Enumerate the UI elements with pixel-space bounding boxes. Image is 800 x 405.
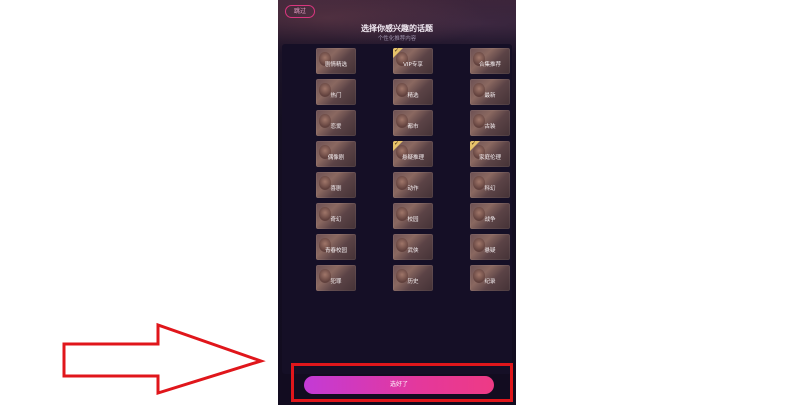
topic-tile[interactable]: 奇幻 <box>316 203 356 229</box>
topic-tile[interactable]: ✓ VIP专享 <box>393 48 433 74</box>
topic-tile-label: 喜剧 <box>330 186 342 192</box>
topic-tile[interactable]: 都市 <box>393 110 433 136</box>
topic-tile-label: 青春校园 <box>324 248 347 254</box>
topic-tile[interactable]: 喜剧 <box>316 172 356 198</box>
topic-tile[interactable]: ✓ 家庭伦理 <box>470 141 510 167</box>
page-title: 选择你感兴趣的话题 <box>361 24 433 33</box>
selected-check-icon: ✓ <box>393 141 403 151</box>
topic-tile-label: 悬疑 <box>484 248 496 254</box>
topic-tile-label: 合集推荐 <box>478 62 501 68</box>
topic-tile[interactable]: 青春校园 <box>316 234 356 260</box>
topic-tile[interactable]: 精选 <box>393 79 433 105</box>
skip-button[interactable]: 跳过 <box>285 5 315 18</box>
topic-tile-label: 精选 <box>407 93 419 99</box>
page-subtitle: 个性化推荐内容 <box>377 36 417 42</box>
topic-tile-label: 动作 <box>407 186 419 192</box>
topic-tile[interactable]: 剧情精选 <box>316 48 356 74</box>
topic-tile[interactable]: 悬疑 <box>470 234 510 260</box>
topic-tile[interactable]: 动作 <box>393 172 433 198</box>
topic-tile-label: 历史 <box>407 279 419 285</box>
topic-tile[interactable]: 古装 <box>470 110 510 136</box>
topic-tile-label: 武侠 <box>407 248 419 254</box>
topic-tile[interactable]: 犯罪 <box>316 265 356 291</box>
annotation-highlight-box <box>291 363 513 402</box>
topic-tile-label: 战争 <box>484 217 496 223</box>
topic-tile-label: 纪录 <box>484 279 496 285</box>
topic-tile-label: 校园 <box>407 217 419 223</box>
topic-tile-label: 悬疑推理 <box>401 155 424 161</box>
topic-tile[interactable]: 偶像剧 <box>316 141 356 167</box>
topic-tile[interactable]: 热门 <box>316 79 356 105</box>
topic-tile-label: 科幻 <box>484 186 496 192</box>
selected-check-icon: ✓ <box>393 48 403 58</box>
topic-tile[interactable]: 纪录 <box>470 265 510 291</box>
topic-tile[interactable]: 校园 <box>393 203 433 229</box>
topic-tile[interactable]: 合集推荐 <box>470 48 510 74</box>
topic-tile-label: 都市 <box>407 124 419 130</box>
topic-tile[interactable]: 科幻 <box>470 172 510 198</box>
topic-tile-label: 恋爱 <box>330 124 342 130</box>
topic-tile[interactable]: 历史 <box>393 265 433 291</box>
topic-tile-label: 剧情精选 <box>324 62 347 68</box>
topic-tile[interactable]: ✓ 悬疑推理 <box>393 141 433 167</box>
phone-screen: 跳过 选择你感兴趣的话题 个性化推荐内容 剧情精选 ✓ VIP专享 合集推荐 热门 精选最… <box>278 0 516 405</box>
topic-tile[interactable]: 最新 <box>470 79 510 105</box>
topic-tile[interactable]: 武侠 <box>393 234 433 260</box>
topic-tile-label: 犯罪 <box>330 279 342 285</box>
topic-tile-label: 家庭伦理 <box>478 155 501 161</box>
topic-tile-label: 古装 <box>484 124 496 130</box>
topic-tile-label: 奇幻 <box>330 217 342 223</box>
topic-tile[interactable]: 战争 <box>470 203 510 229</box>
topic-tile-label: VIP专享 <box>403 62 423 68</box>
annotation-arrow-icon <box>62 322 266 396</box>
topic-tile-label: 偶像剧 <box>327 155 345 161</box>
topic-tile-label: 最新 <box>484 93 496 99</box>
topic-tile-label: 热门 <box>330 93 342 99</box>
topic-tile[interactable]: 恋爱 <box>316 110 356 136</box>
selected-check-icon: ✓ <box>470 141 480 151</box>
